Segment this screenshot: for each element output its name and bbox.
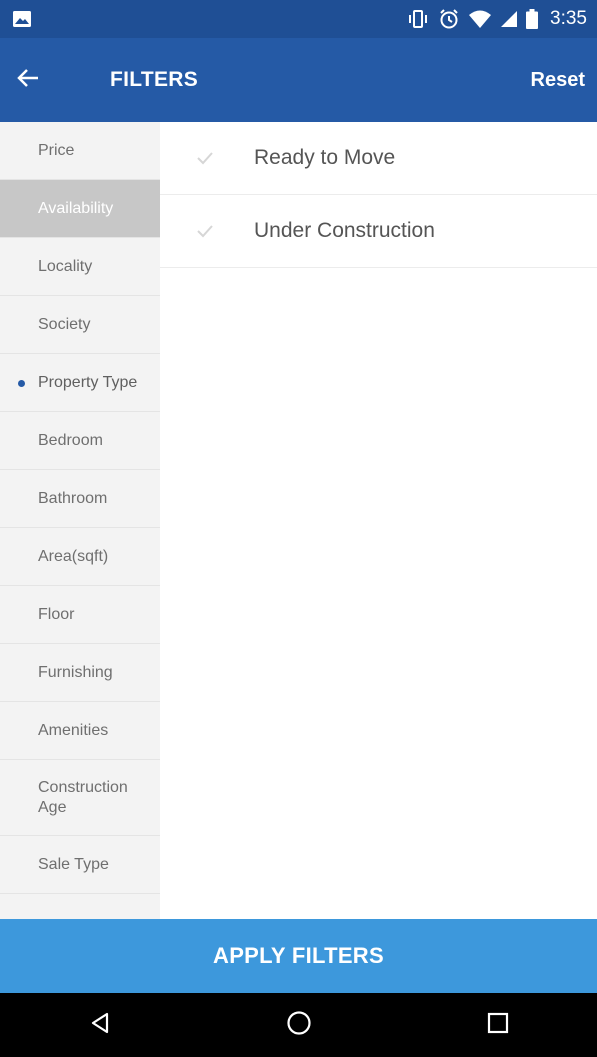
apply-filters-button[interactable]: APPLY FILTERS (0, 919, 597, 993)
sidebar-item-floor[interactable]: Floor (0, 586, 160, 644)
back-button[interactable] (16, 38, 76, 122)
sidebar-item-society[interactable]: Society (0, 296, 160, 354)
applied-filter-dot (18, 379, 25, 387)
sidebar-item-label: Construction Age (38, 778, 128, 816)
nav-recents-button[interactable] (468, 993, 528, 1057)
sidebar-item-property-type[interactable]: Property Type (0, 354, 160, 412)
option-label: Ready to Move (254, 146, 396, 169)
sidebar-item-availability[interactable]: Availability (0, 180, 160, 238)
option-ready-to-move[interactable]: Ready to Move (160, 122, 597, 195)
sidebar-item-label: Locality (38, 257, 93, 275)
sidebar-item-locality[interactable]: Locality (0, 238, 160, 296)
check-icon (160, 224, 254, 238)
option-label: Under Construction (254, 219, 435, 242)
sidebar-item-label: Floor (38, 605, 75, 623)
alarm-icon (438, 8, 460, 30)
sidebar-item-label: Area(sqft) (38, 547, 109, 565)
filters-screen: 3:35 FILTERS Reset Price Availability Lo… (0, 0, 597, 1057)
sidebar-item-bathroom[interactable]: Bathroom (0, 470, 160, 528)
battery-icon (526, 9, 539, 29)
sidebar-item-label: Bedroom (38, 431, 103, 449)
nav-home-button[interactable] (269, 993, 329, 1057)
status-bar: 3:35 (0, 0, 597, 38)
sidebar-item-label: Amenities (38, 721, 109, 739)
check-icon (160, 151, 254, 165)
square-recents-icon (487, 1012, 509, 1039)
filter-options-panel: Ready to Move Under Construction (160, 122, 597, 919)
sidebar-item-furnishing[interactable]: Furnishing (0, 644, 160, 702)
circle-home-icon (286, 1010, 312, 1041)
image-icon (12, 10, 32, 28)
sidebar-item-label: Furnishing (38, 663, 113, 681)
triangle-back-icon (88, 1011, 112, 1040)
sidebar-item-price[interactable]: Price (0, 122, 160, 180)
page-title: FILTERS (110, 68, 199, 91)
vibrate-icon (406, 9, 430, 29)
sidebar-item-amenities[interactable]: Amenities (0, 702, 160, 760)
sidebar-item-label: Property Type (38, 373, 138, 391)
sidebar-item-label: Bathroom (38, 489, 108, 507)
signal-icon (500, 10, 518, 28)
status-left (12, 10, 32, 28)
sidebar-item-bedroom[interactable]: Bedroom (0, 412, 160, 470)
sidebar-item-sale-type[interactable]: Sale Type (0, 836, 160, 894)
wifi-icon (468, 9, 492, 29)
sidebar-item-label: Sale Type (38, 855, 109, 873)
filter-category-sidebar: Price Availability Locality Society Prop… (0, 122, 160, 919)
sidebar-item-label: Society (38, 315, 91, 333)
app-bar: FILTERS Reset (0, 38, 597, 122)
sidebar-item-area[interactable]: Area(sqft) (0, 528, 160, 586)
nav-back-button[interactable] (70, 993, 130, 1057)
status-time: 3:35 (550, 8, 587, 29)
option-under-construction[interactable]: Under Construction (160, 195, 597, 268)
sidebar-item-construction-age[interactable]: Construction Age (0, 760, 160, 836)
sidebar-item-label: Price (38, 141, 75, 159)
arrow-left-icon (16, 67, 40, 94)
sidebar-item-label: Availability (38, 199, 114, 217)
status-right: 3:35 (406, 8, 587, 30)
system-nav-bar (0, 993, 597, 1057)
reset-button[interactable]: Reset (531, 38, 585, 122)
